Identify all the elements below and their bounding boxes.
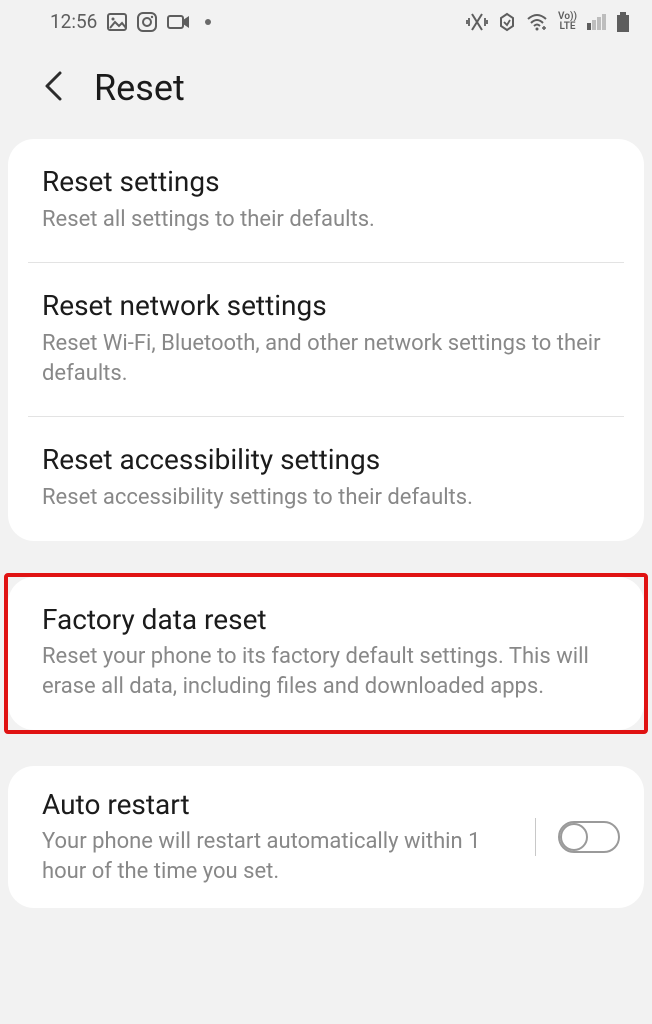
- page-title: Reset: [94, 67, 185, 109]
- video-icon: [167, 13, 191, 31]
- reset-options-card: Reset settings Reset all settings to the…: [8, 139, 644, 541]
- data-saver-icon: [498, 12, 516, 32]
- signal-icon: [587, 14, 606, 30]
- back-button[interactable]: [42, 69, 64, 107]
- more-indicator: [205, 19, 211, 25]
- vibrate-icon: [466, 12, 488, 32]
- status-bar: 12:56 Vo)) LTE: [0, 0, 652, 39]
- auto-restart-title: Auto restart: [42, 788, 525, 822]
- toggle-divider: [535, 818, 536, 856]
- battery-icon: [616, 12, 630, 32]
- picture-icon: [107, 13, 127, 31]
- auto-restart-toggle[interactable]: [558, 821, 620, 853]
- factory-reset-desc: Reset your phone to its factory default …: [42, 642, 610, 701]
- reset-accessibility-desc: Reset accessibility settings to their de…: [42, 483, 610, 513]
- instagram-icon: [137, 12, 157, 32]
- reset-network-title: Reset network settings: [42, 289, 610, 323]
- reset-settings-title: Reset settings: [42, 165, 610, 199]
- auto-restart-desc: Your phone will restart automatically wi…: [42, 827, 525, 886]
- wifi-icon: [526, 13, 548, 31]
- reset-settings-desc: Reset all settings to their defaults.: [42, 205, 610, 235]
- factory-data-reset-item[interactable]: Factory data reset Reset your phone to i…: [8, 577, 644, 730]
- clock: 12:56: [50, 10, 97, 33]
- factory-reset-highlight: Factory data reset Reset your phone to i…: [4, 573, 648, 734]
- reset-settings-item[interactable]: Reset settings Reset all settings to the…: [8, 139, 644, 262]
- auto-restart-card: Auto restart Your phone will restart aut…: [8, 766, 644, 909]
- reset-accessibility-item[interactable]: Reset accessibility settings Reset acces…: [8, 417, 644, 540]
- factory-reset-title: Factory data reset: [42, 603, 610, 637]
- reset-network-desc: Reset Wi-Fi, Bluetooth, and other networ…: [42, 329, 610, 388]
- volte-indicator: Vo)) LTE: [558, 12, 577, 32]
- reset-accessibility-title: Reset accessibility settings: [42, 443, 610, 477]
- page-header: Reset: [0, 39, 652, 139]
- reset-network-item[interactable]: Reset network settings Reset Wi-Fi, Blue…: [8, 263, 644, 416]
- auto-restart-item[interactable]: Auto restart Your phone will restart aut…: [8, 766, 644, 909]
